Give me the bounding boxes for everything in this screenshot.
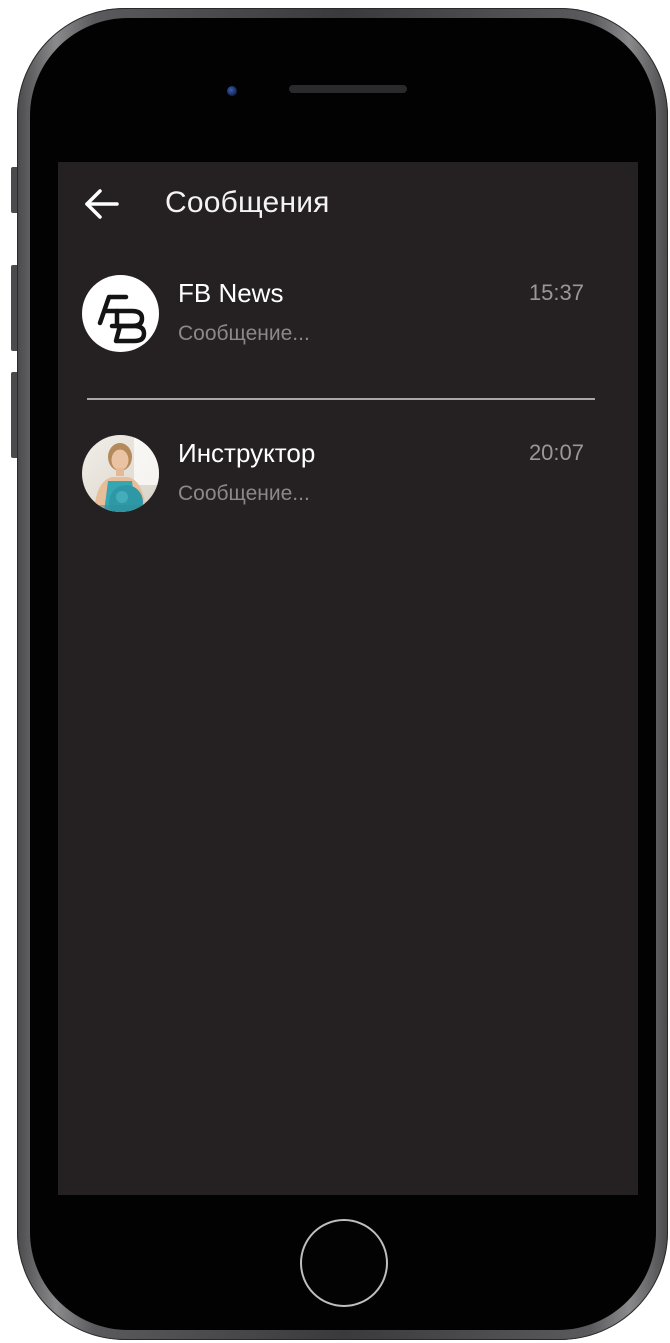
instructor-avatar [82, 435, 159, 512]
chat-name: Инструктор [178, 438, 316, 468]
fb-news-avatar [82, 275, 159, 352]
home-button[interactable] [300, 1219, 388, 1307]
back-button[interactable] [82, 184, 122, 224]
chat-divider [87, 398, 595, 400]
chat-preview: Сообщение... [178, 322, 310, 345]
arrow-left-icon [85, 189, 119, 219]
app-screen: Сообщения FB News Сообщение... 15:37 Инс… [58, 162, 638, 1195]
mockup-stage: Сообщения FB News Сообщение... 15:37 Инс… [0, 0, 670, 1343]
front-camera [227, 86, 237, 96]
chat-preview: Сообщение... [178, 482, 310, 505]
chat-time: 15:37 [528, 280, 584, 305]
fb-logo-icon [97, 294, 147, 344]
chat-item-instructor[interactable]: Инструктор Сообщение... 20:07 [58, 418, 638, 528]
page-title: Сообщения [165, 186, 330, 219]
instructor-photo [82, 435, 159, 512]
chat-name: FB News [178, 278, 284, 308]
app-header: Сообщения [58, 162, 638, 242]
chat-time: 20:07 [528, 440, 584, 465]
earpiece-speaker [289, 85, 407, 93]
chat-item-fb-news[interactable]: FB News Сообщение... 15:37 [58, 258, 638, 368]
